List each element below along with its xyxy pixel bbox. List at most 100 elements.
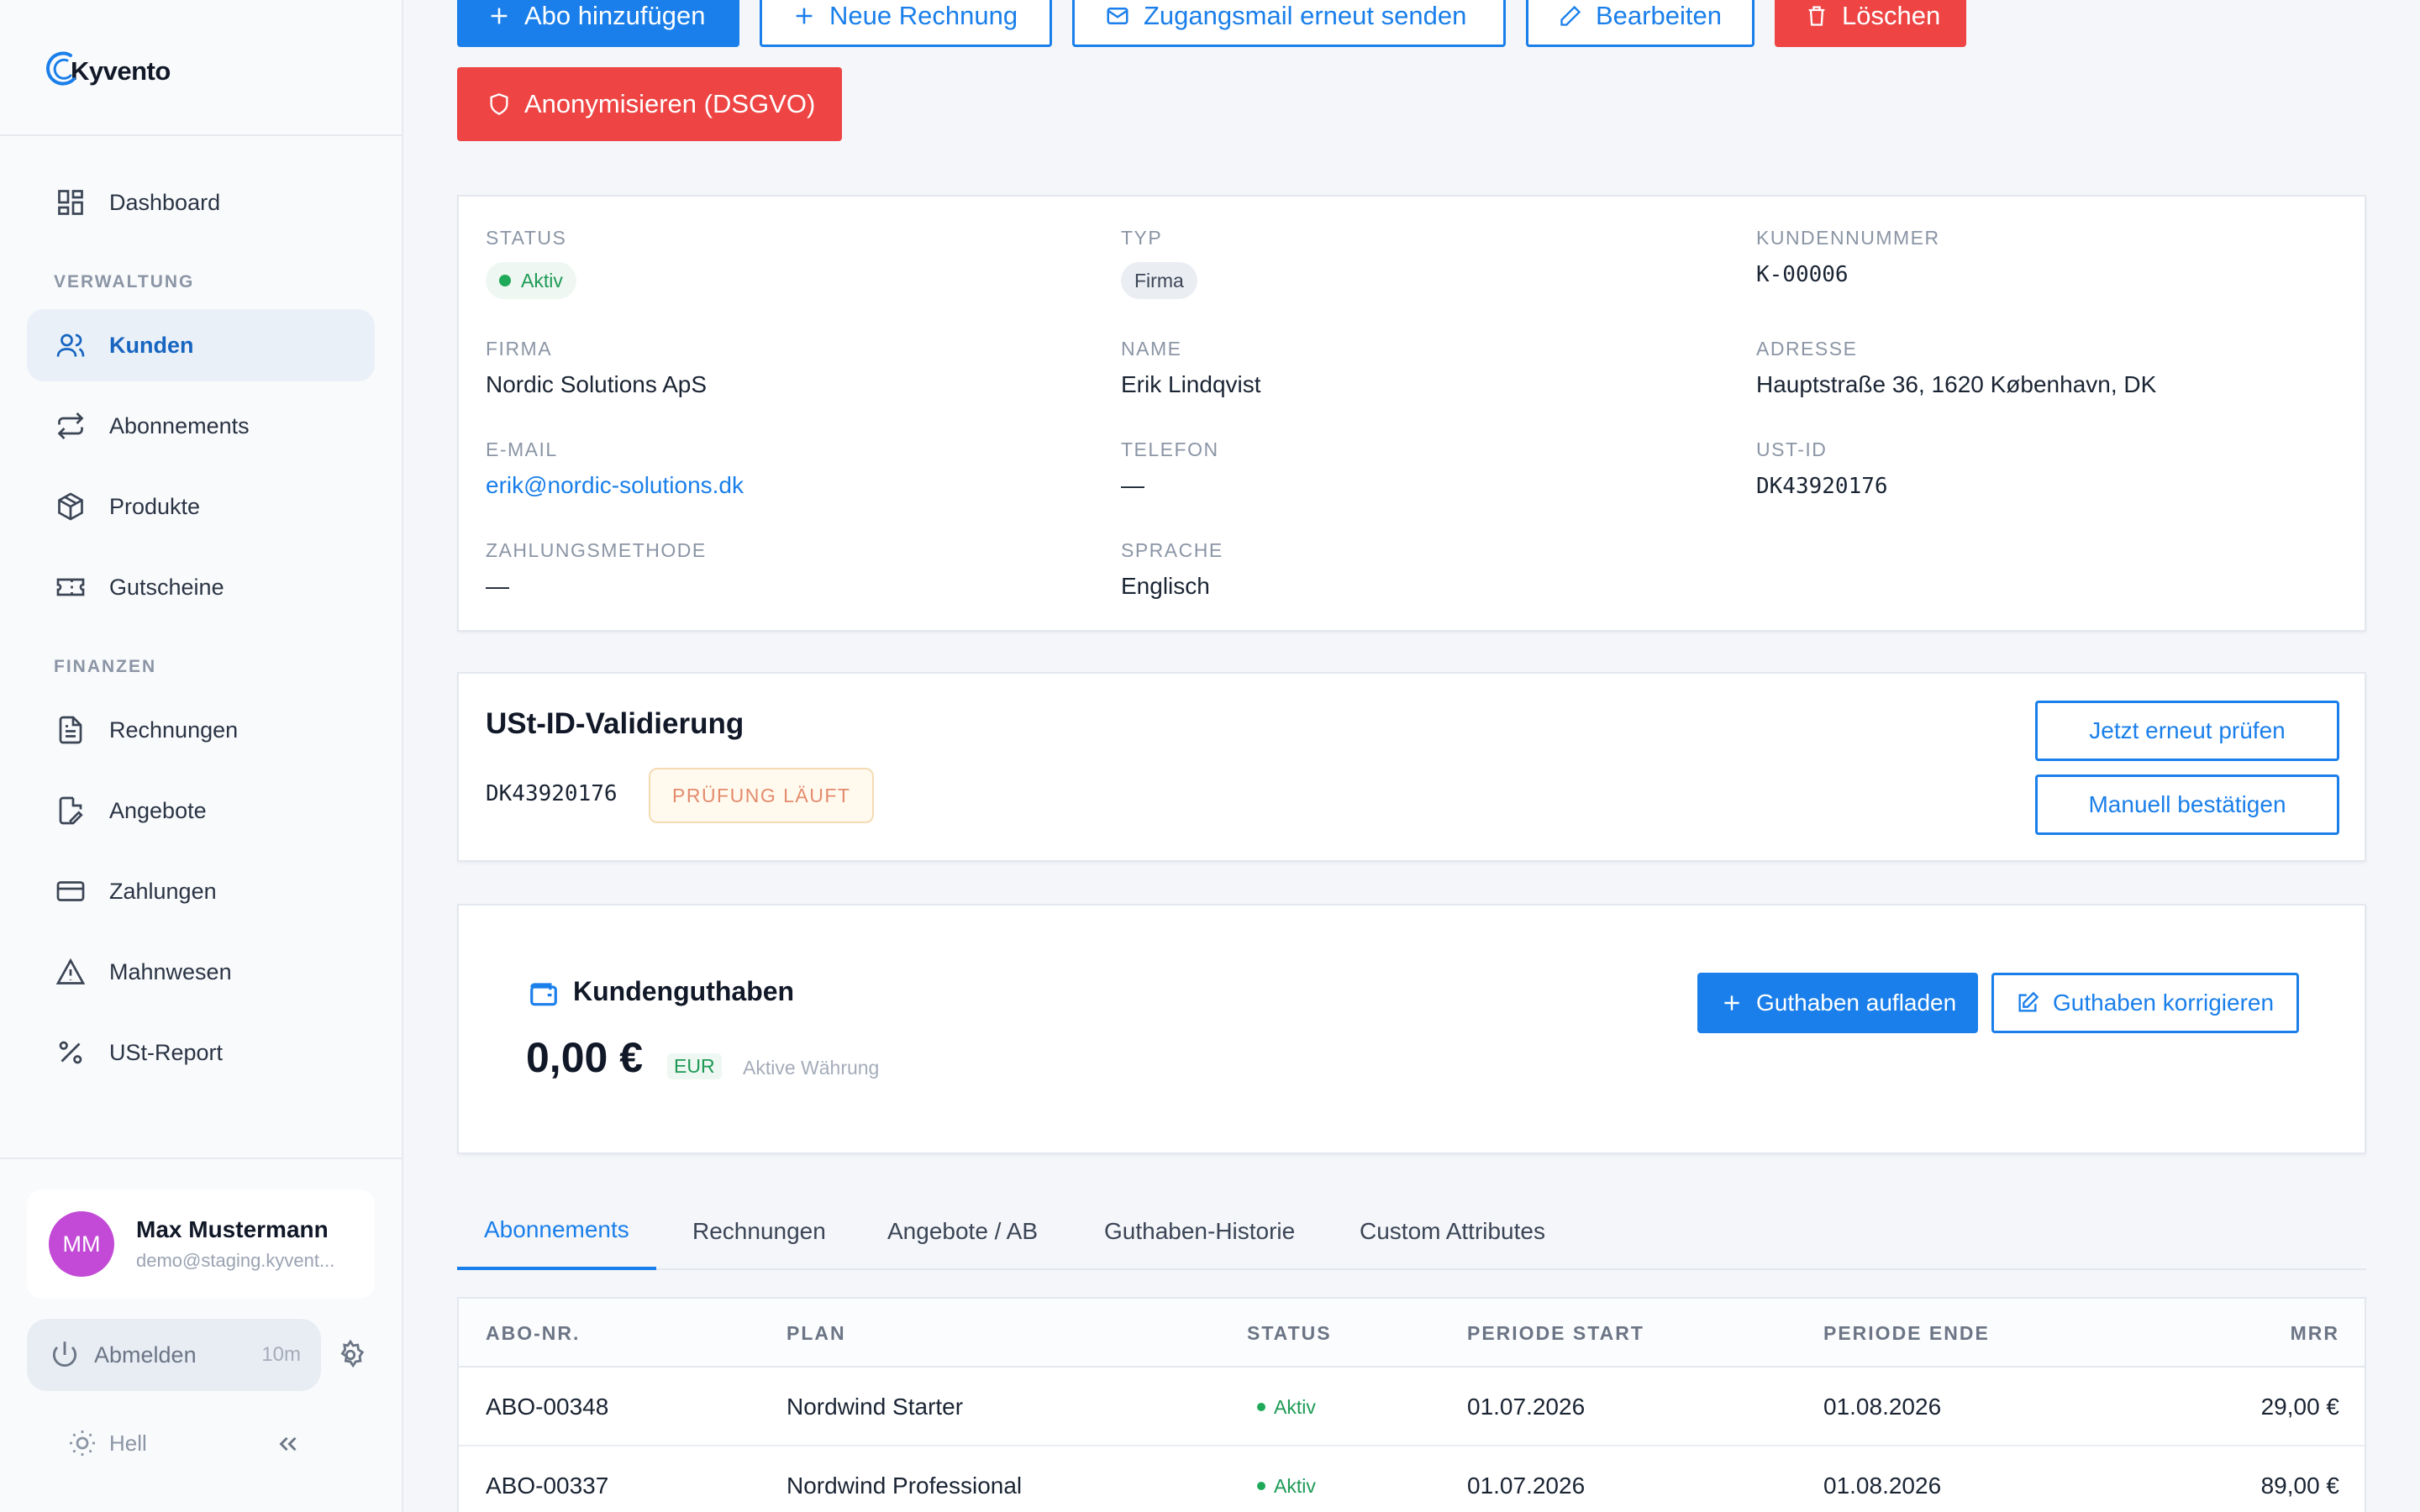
theme-label: Hell	[109, 1430, 147, 1456]
mail-icon	[1105, 3, 1130, 29]
gear-icon[interactable]	[334, 1339, 366, 1371]
column-header-period-end[interactable]: PERIODE ENDE	[1823, 1299, 1990, 1368]
alert-triangle-icon	[54, 955, 87, 989]
theme-toggle[interactable]: Hell	[67, 1428, 147, 1458]
sidebar-nav: Dashboard VERWALTUNG Kunden Abonnements …	[0, 136, 402, 1089]
cell-status: Aktiv	[1257, 1446, 1316, 1512]
sidebar-item-gutscheine[interactable]: Gutscheine	[27, 551, 375, 623]
wallet-icon	[528, 978, 560, 1010]
logout-button[interactable]: Abmelden 10m	[27, 1319, 321, 1391]
confirm-vat-manually-button[interactable]: Manuell bestätigen	[2035, 774, 2339, 835]
vat-validation-card: USt-ID-Validierung DK43920176 PRÜFUNG LÄ…	[457, 672, 2366, 862]
repeat-icon	[54, 409, 87, 443]
sidebar-item-label: Zahlungen	[109, 878, 217, 904]
column-header-status[interactable]: STATUS	[1247, 1299, 1332, 1368]
edit-square-icon	[2016, 991, 2039, 1015]
anonymize-label: Anonymisieren (DSGVO)	[524, 89, 816, 118]
status-dot	[1257, 1403, 1265, 1411]
sidebar-item-label: Abonnements	[109, 412, 250, 438]
email-link[interactable]: erik@nordic-solutions.dk	[486, 472, 744, 499]
customer-credit-card: Kundenguthaben 0,00 € EUR Aktive Währung…	[457, 904, 2366, 1154]
company-value: Nordic Solutions ApS	[486, 371, 708, 397]
sidebar-item-abonnements[interactable]: Abonnements	[27, 390, 375, 462]
sidebar-item-produkte[interactable]: Produkte	[27, 470, 375, 543]
new-invoice-button[interactable]: Neue Rechnung	[760, 0, 1052, 47]
recheck-vat-button[interactable]: Jetzt erneut prüfen	[2035, 701, 2339, 761]
sidebar-item-label: Kunden	[109, 332, 194, 358]
customer-details-card: STATUS Aktiv TYP Firma KUNDENNUMMER K-00…	[457, 195, 2366, 632]
cell-period-end: 01.08.2026	[1823, 1473, 1942, 1499]
address-value: Hauptstraße 36, 1620 København, DK	[1756, 371, 2157, 397]
tab-rechnungen[interactable]: Rechnungen	[692, 1193, 826, 1270]
session-timer: 10m	[261, 1343, 301, 1366]
column-header-number[interactable]: ABO-NR.	[486, 1299, 580, 1368]
logout-label: Abmelden	[94, 1341, 197, 1368]
cell-status: Aktiv	[1257, 1368, 1316, 1446]
vat-id-label: UST-ID	[1756, 438, 1828, 460]
type-label: TYP	[1121, 227, 1163, 249]
topup-credit-button[interactable]: Guthaben aufladen	[1697, 973, 1978, 1033]
edit-button[interactable]: Bearbeiten	[1526, 0, 1754, 47]
company-label: FIRMA	[486, 338, 553, 360]
language-value: Englisch	[1121, 573, 1210, 599]
name-label: NAME	[1121, 338, 1182, 360]
column-header-mrr[interactable]: MRR	[2291, 1299, 2339, 1368]
ticket-icon	[54, 570, 87, 604]
user-email: demo@staging.kyvent...	[136, 1250, 335, 1271]
payment-method-value: —	[486, 573, 509, 599]
trash-icon	[1805, 4, 1828, 28]
shield-icon	[487, 92, 511, 117]
phone-label: TELEFON	[1121, 438, 1219, 460]
cell-mrr: 89,00 €	[2260, 1473, 2339, 1499]
tab-abonnements[interactable]: Abonnements	[457, 1193, 656, 1270]
sidebar-item-ust-report[interactable]: USt-Report	[27, 1016, 375, 1089]
new-invoice-label: Neue Rechnung	[829, 1, 1018, 30]
validation-status-badge: PRÜFUNG LÄUFT	[649, 768, 875, 823]
vat-validation-title: USt-ID-Validierung	[486, 707, 744, 740]
credit-title: Kundenguthaben	[573, 976, 795, 1006]
file-edit-icon	[54, 794, 87, 827]
cell-period-end: 01.08.2026	[1823, 1394, 1942, 1420]
type-badge: Firma	[1121, 262, 1197, 299]
sidebar-item-label: Mahnwesen	[109, 958, 232, 984]
column-header-period-start[interactable]: PERIODE START	[1467, 1299, 1644, 1368]
table-row[interactable]: ABO-00337 Nordwind Professional Aktiv 01…	[459, 1446, 2365, 1512]
tab-angebote[interactable]: Angebote / AB	[887, 1193, 1038, 1270]
sidebar-item-angebote[interactable]: Angebote	[27, 774, 375, 847]
subscriptions-table: ABO-NR. PLAN STATUS PERIODE START PERIOD…	[457, 1297, 2366, 1512]
cell-status-text: Aktiv	[1274, 1395, 1316, 1418]
sidebar-item-dashboard[interactable]: Dashboard	[27, 166, 375, 239]
tab-guthaben-historie[interactable]: Guthaben-Historie	[1104, 1193, 1295, 1270]
cell-plan: Nordwind Starter	[786, 1394, 964, 1420]
resend-access-mail-button[interactable]: Zugangsmail erneut senden	[1072, 0, 1506, 47]
status-dot	[1257, 1482, 1265, 1490]
power-icon	[49, 1339, 81, 1371]
tab-custom-attributes[interactable]: Custom Attributes	[1360, 1193, 1545, 1270]
avatar: MM	[49, 1211, 114, 1277]
status-label: STATUS	[486, 227, 567, 249]
user-card[interactable]: MM Max Mustermann demo@staging.kyvent...	[27, 1189, 375, 1299]
sidebar-item-rechnungen[interactable]: Rechnungen	[27, 694, 375, 766]
sidebar-item-mahnwesen[interactable]: Mahnwesen	[27, 936, 375, 1008]
column-header-plan[interactable]: PLAN	[786, 1299, 846, 1368]
correct-credit-button[interactable]: Guthaben korrigieren	[1991, 973, 2299, 1033]
customer-tabs: Abonnements Rechnungen Angebote / AB Gut…	[457, 1193, 2366, 1270]
status-dot	[499, 275, 511, 286]
cell-number: ABO-00348	[486, 1394, 609, 1420]
logo-swirl-icon	[45, 45, 79, 89]
collapse-sidebar-icon[interactable]	[274, 1430, 302, 1458]
resend-access-mail-label: Zugangsmail erneut senden	[1144, 1, 1467, 30]
logo[interactable]: Kyvento	[0, 0, 402, 136]
sidebar-item-zahlungen[interactable]: Zahlungen	[27, 855, 375, 927]
sun-icon	[67, 1428, 97, 1458]
add-subscription-button[interactable]: Abo hinzufügen	[457, 0, 739, 47]
table-row[interactable]: ABO-00348 Nordwind Starter Aktiv 01.07.2…	[459, 1368, 2365, 1446]
sidebar-section-finanzen: FINANZEN	[54, 657, 157, 676]
plus-icon	[792, 4, 816, 28]
delete-button[interactable]: Löschen	[1775, 0, 1966, 47]
sidebar-item-kunden[interactable]: Kunden	[27, 309, 375, 381]
anonymize-button[interactable]: Anonymisieren (DSGVO)	[457, 67, 842, 141]
correct-credit-label: Guthaben korrigieren	[2053, 990, 2275, 1016]
vat-id-value: DK43920176	[1756, 474, 1888, 499]
currency-badge: EUR	[667, 1053, 722, 1079]
